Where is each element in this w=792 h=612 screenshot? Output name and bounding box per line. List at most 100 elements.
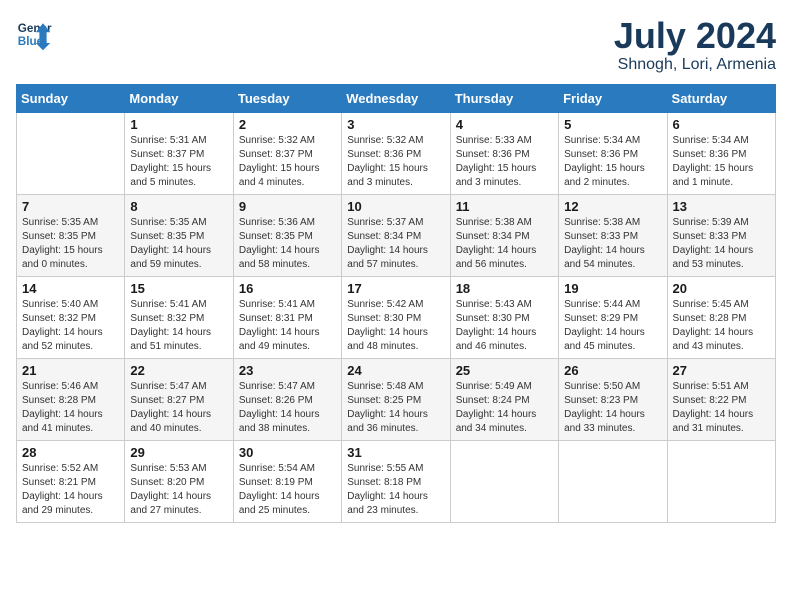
cell-info: Sunrise: 5:35 AMSunset: 8:35 PMDaylight:… [22, 216, 119, 272]
title-area: July 2024 Shnogh, Lori, Armenia [614, 16, 776, 74]
day-number: 6 [673, 117, 770, 132]
cell-info: Sunrise: 5:51 AMSunset: 8:22 PMDaylight:… [673, 380, 770, 436]
calendar-cell: 25Sunrise: 5:49 AMSunset: 8:24 PMDayligh… [450, 358, 558, 440]
month-title: July 2024 [614, 16, 776, 56]
calendar-cell: 16 Sunrise: 5:41 AMSunset: 8:31 PMDayligh… [233, 276, 341, 358]
weekday-header-saturday: Saturday [667, 84, 775, 112]
day-number: 14 [22, 281, 119, 296]
calendar-cell: 23 Sunrise: 5:47 AMSunset: 8:26 PMDayligh… [233, 358, 341, 440]
calendar-header: SundayMondayTuesdayWednesdayThursdayFrid… [17, 84, 776, 112]
day-number: 10 [347, 199, 444, 214]
calendar-cell: 20 Sunrise: 5:45 AMSunset: 8:28 PMDayligh… [667, 276, 775, 358]
calendar-cell [450, 440, 558, 522]
day-number: 30 [239, 445, 336, 460]
day-number: 27 [673, 363, 770, 378]
cell-info: Sunrise: 5:31 AMSunset: 8:37 PMDaylight:… [130, 134, 227, 190]
calendar-cell: 19 Sunrise: 5:44 AMSunset: 8:29 PMDayligh… [559, 276, 667, 358]
weekday-row: SundayMondayTuesdayWednesdayThursdayFrid… [17, 84, 776, 112]
cell-info: Sunrise: 5:36 AMSunset: 8:35 PMDaylight:… [239, 216, 336, 272]
cell-info: Sunrise: 5:38 AMSunset: 8:33 PMDaylight:… [564, 216, 661, 272]
cell-info: Sunrise: 5:55 AMSunset: 8:18 PMDaylight:… [347, 462, 444, 518]
day-number: 2 [239, 117, 336, 132]
cell-info: Sunrise: 5:43 AMSunset: 8:30 PMDaylight:… [456, 298, 553, 354]
cell-info: Sunrise: 5:44 AMSunset: 8:29 PMDaylight:… [564, 298, 661, 354]
cell-info: Sunrise: 5:39 AMSunset: 8:33 PMDaylight:… [673, 216, 770, 272]
calendar-cell: 7 Sunrise: 5:35 AMSunset: 8:35 PMDaylight… [17, 194, 125, 276]
day-number: 7 [22, 199, 119, 214]
calendar-cell: 18 Sunrise: 5:43 AMSunset: 8:30 PMDayligh… [450, 276, 558, 358]
day-number: 15 [130, 281, 227, 296]
cell-info: Sunrise: 5:45 AMSunset: 8:28 PMDaylight:… [673, 298, 770, 354]
day-number: 21 [22, 363, 119, 378]
day-number: 12 [564, 199, 661, 214]
calendar-cell: 11 Sunrise: 5:38 AMSunset: 8:34 PMDayligh… [450, 194, 558, 276]
cell-info: Sunrise: 5:47 AMSunset: 8:26 PMDaylight:… [239, 380, 336, 436]
weekday-header-thursday: Thursday [450, 84, 558, 112]
calendar-cell: 22 Sunrise: 5:47 AMSunset: 8:27 PMDayligh… [125, 358, 233, 440]
cell-info: Sunrise: 5:47 AMSunset: 8:27 PMDaylight:… [130, 380, 227, 436]
calendar-cell: 2 Sunrise: 5:32 AMSunset: 8:37 PMDaylight… [233, 112, 341, 194]
calendar-cell: 28 Sunrise: 5:52 AMSunset: 8:21 PMDayligh… [17, 440, 125, 522]
cell-info: Sunrise: 5:52 AMSunset: 8:21 PMDaylight:… [22, 462, 119, 518]
calendar-body: 1Sunrise: 5:31 AMSunset: 8:37 PMDaylight… [17, 112, 776, 522]
weekday-header-tuesday: Tuesday [233, 84, 341, 112]
day-number: 20 [673, 281, 770, 296]
weekday-header-wednesday: Wednesday [342, 84, 450, 112]
calendar-cell: 8 Sunrise: 5:35 AMSunset: 8:35 PMDaylight… [125, 194, 233, 276]
calendar-cell: 31 Sunrise: 5:55 AMSunset: 8:18 PMDayligh… [342, 440, 450, 522]
day-number: 4 [456, 117, 553, 132]
cell-info: Sunrise: 5:41 AMSunset: 8:32 PMDaylight:… [130, 298, 227, 354]
day-number: 16 [239, 281, 336, 296]
calendar-cell: 26 Sunrise: 5:50 AMSunset: 8:23 PMDayligh… [559, 358, 667, 440]
calendar-cell: 9Sunrise: 5:36 AMSunset: 8:35 PMDaylight… [233, 194, 341, 276]
day-number: 19 [564, 281, 661, 296]
cell-info: Sunrise: 5:34 AMSunset: 8:36 PMDaylight:… [673, 134, 770, 190]
day-number: 13 [673, 199, 770, 214]
logo: General Blue [16, 16, 52, 52]
calendar-week-5: 28 Sunrise: 5:52 AMSunset: 8:21 PMDayligh… [17, 440, 776, 522]
cell-info: Sunrise: 5:37 AMSunset: 8:34 PMDaylight:… [347, 216, 444, 272]
logo-icon: General Blue [16, 16, 52, 52]
calendar-cell [559, 440, 667, 522]
cell-info: Sunrise: 5:40 AMSunset: 8:32 PMDaylight:… [22, 298, 119, 354]
day-number: 11 [456, 199, 553, 214]
calendar-week-2: 7 Sunrise: 5:35 AMSunset: 8:35 PMDaylight… [17, 194, 776, 276]
cell-info: Sunrise: 5:48 AMSunset: 8:25 PMDaylight:… [347, 380, 444, 436]
cell-info: Sunrise: 5:42 AMSunset: 8:30 PMDaylight:… [347, 298, 444, 354]
day-number: 18 [456, 281, 553, 296]
cell-info: Sunrise: 5:38 AMSunset: 8:34 PMDaylight:… [456, 216, 553, 272]
calendar-week-4: 21Sunrise: 5:46 AMSunset: 8:28 PMDayligh… [17, 358, 776, 440]
cell-info: Sunrise: 5:32 AMSunset: 8:37 PMDaylight:… [239, 134, 336, 190]
day-number: 23 [239, 363, 336, 378]
day-number: 31 [347, 445, 444, 460]
calendar-cell: 27 Sunrise: 5:51 AMSunset: 8:22 PMDayligh… [667, 358, 775, 440]
day-number: 17 [347, 281, 444, 296]
weekday-header-friday: Friday [559, 84, 667, 112]
day-number: 24 [347, 363, 444, 378]
calendar-cell [667, 440, 775, 522]
calendar-cell: 3Sunrise: 5:32 AMSunset: 8:36 PMDaylight… [342, 112, 450, 194]
calendar-cell: 21Sunrise: 5:46 AMSunset: 8:28 PMDayligh… [17, 358, 125, 440]
calendar-cell: 6 Sunrise: 5:34 AMSunset: 8:36 PMDaylight… [667, 112, 775, 194]
calendar-cell: 29Sunrise: 5:53 AMSunset: 8:20 PMDayligh… [125, 440, 233, 522]
calendar-cell: 15 Sunrise: 5:41 AMSunset: 8:32 PMDayligh… [125, 276, 233, 358]
calendar-week-3: 14 Sunrise: 5:40 AMSunset: 8:32 PMDayligh… [17, 276, 776, 358]
calendar-cell: 4Sunrise: 5:33 AMSunset: 8:36 PMDaylight… [450, 112, 558, 194]
calendar-table: SundayMondayTuesdayWednesdayThursdayFrid… [16, 84, 776, 523]
calendar-cell: 1Sunrise: 5:31 AMSunset: 8:37 PMDaylight… [125, 112, 233, 194]
cell-info: Sunrise: 5:35 AMSunset: 8:35 PMDaylight:… [130, 216, 227, 272]
calendar-cell: 13 Sunrise: 5:39 AMSunset: 8:33 PMDayligh… [667, 194, 775, 276]
cell-info: Sunrise: 5:41 AMSunset: 8:31 PMDaylight:… [239, 298, 336, 354]
cell-info: Sunrise: 5:54 AMSunset: 8:19 PMDaylight:… [239, 462, 336, 518]
cell-info: Sunrise: 5:34 AMSunset: 8:36 PMDaylight:… [564, 134, 661, 190]
day-number: 25 [456, 363, 553, 378]
day-number: 5 [564, 117, 661, 132]
day-number: 28 [22, 445, 119, 460]
day-number: 26 [564, 363, 661, 378]
calendar-week-1: 1Sunrise: 5:31 AMSunset: 8:37 PMDaylight… [17, 112, 776, 194]
page-header: General Blue July 2024 Shnogh, Lori, Arm… [16, 16, 776, 74]
day-number: 22 [130, 363, 227, 378]
cell-info: Sunrise: 5:50 AMSunset: 8:23 PMDaylight:… [564, 380, 661, 436]
day-number: 8 [130, 199, 227, 214]
calendar-cell: 5 Sunrise: 5:34 AMSunset: 8:36 PMDaylight… [559, 112, 667, 194]
